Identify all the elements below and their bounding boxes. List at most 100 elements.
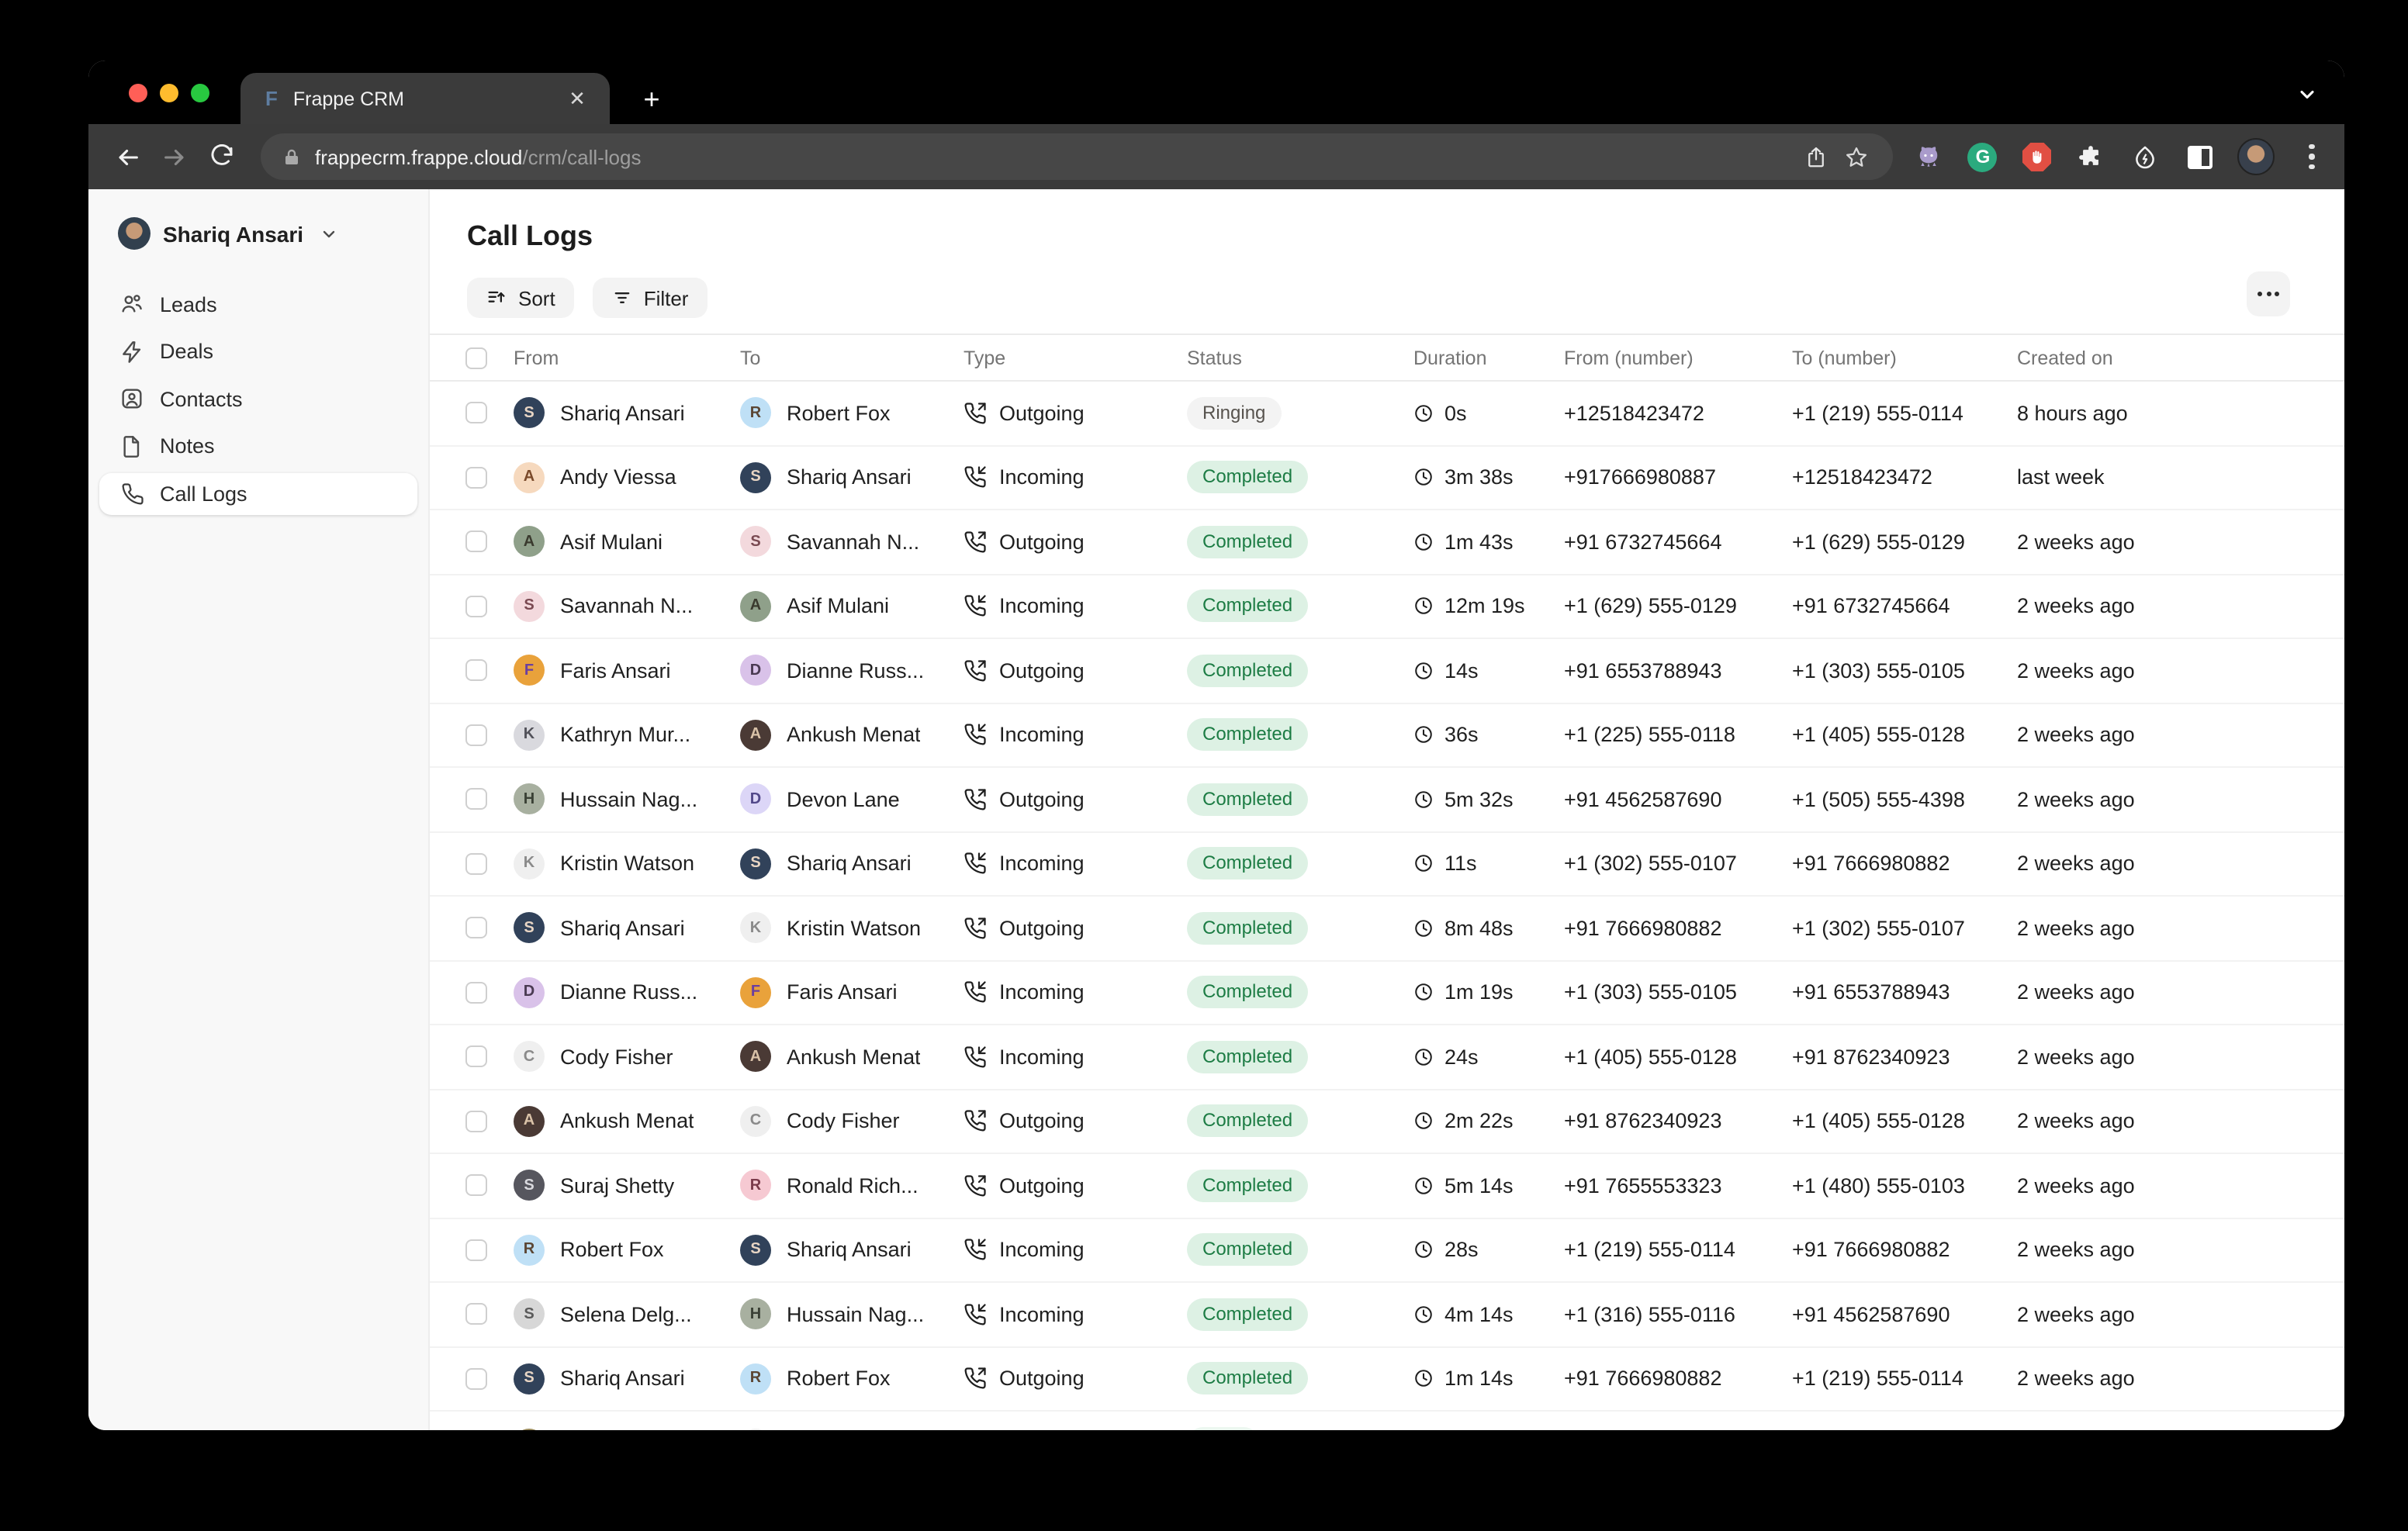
row-checkbox[interactable]	[465, 531, 487, 553]
puzzle-extensions-icon[interactable]	[2074, 140, 2109, 174]
from-number: +917666980887	[1564, 466, 1792, 489]
call-type: Incoming	[964, 724, 1187, 747]
sidebar-item-call-logs[interactable]: Call Logs	[99, 473, 417, 514]
row-checkbox[interactable]	[465, 1239, 487, 1261]
call-log-row[interactable]: SShariq AnsariRRobert FoxOutgoingComplet…	[430, 1347, 2344, 1412]
call-log-row[interactable]: SSavannah N...AAsif MulaniIncomingComple…	[430, 575, 2344, 639]
more-options-button[interactable]	[2247, 271, 2290, 316]
back-button[interactable]	[107, 135, 148, 178]
row-checkbox[interactable]	[465, 660, 487, 682]
sidebar-item-deals[interactable]: Deals	[99, 331, 417, 372]
browser-profile-avatar[interactable]	[2237, 138, 2275, 175]
row-checkbox[interactable]	[465, 403, 487, 424]
created-on: 8 hours ago	[2017, 402, 2344, 425]
call-type: Outgoing	[964, 1174, 1187, 1197]
column-header-to-number: To (number)	[1792, 347, 2017, 368]
call-type-label: Incoming	[999, 852, 1085, 876]
call-log-row[interactable]: RRobert FoxSShariq AnsariIncomingComplet…	[430, 1218, 2344, 1283]
duration-value: 3m 38s	[1444, 466, 1514, 489]
from-person: SShariq Ansari	[514, 398, 740, 429]
row-checkbox[interactable]	[465, 596, 487, 617]
duration-value: 24s	[1444, 1045, 1479, 1069]
reload-button[interactable]	[201, 135, 242, 178]
close-window-button[interactable]	[129, 84, 147, 102]
filter-button[interactable]: Filter	[593, 278, 708, 318]
call-log-row[interactable]: AAnkush MenatCCody FisherOutgoingComplet…	[430, 1090, 2344, 1154]
row-checkbox[interactable]	[465, 918, 487, 939]
call-log-row[interactable]: AAsif MulaniSSavannah N...OutgoingComple…	[430, 510, 2344, 575]
from-number: +1 (219) 555-0114	[1564, 1239, 1792, 1262]
address-bar[interactable]: frappecrm.frappe.cloud/crm/call-logs	[261, 133, 1893, 180]
row-checkbox[interactable]	[465, 1368, 487, 1390]
to-number: +91 6732745664	[1792, 595, 2017, 618]
call-log-row[interactable]: SSelena Delg...HHussain Nag...IncomingCo…	[430, 1283, 2344, 1347]
tab-close-icon[interactable]: ✕	[563, 85, 591, 112]
minimize-window-button[interactable]	[160, 84, 178, 102]
row-checkbox[interactable]	[465, 1175, 487, 1197]
to-name: Ankush Menat	[787, 1045, 921, 1069]
sidebar-item-label: Deals	[160, 340, 213, 364]
from-person: DDianne Russ...	[514, 977, 740, 1008]
call-type: Outgoing	[964, 530, 1187, 554]
browser-window: F Frappe CRM ✕ + frappecrm.frappe.cloud	[88, 60, 2344, 1430]
tab-search-chevron-icon[interactable]	[2292, 79, 2323, 110]
row-checkbox[interactable]	[465, 1111, 487, 1132]
call-log-row[interactable]: KKathryn Mur...AAnkush MenatIncomingComp…	[430, 703, 2344, 768]
tab-title: Frappe CRM	[293, 88, 563, 109]
row-checkbox[interactable]	[465, 1046, 487, 1068]
row-checkbox[interactable]	[465, 1304, 487, 1325]
call-type-label: Outgoing	[999, 659, 1085, 683]
clock-icon	[1413, 596, 1434, 617]
user-menu[interactable]: Shariq Ansari	[99, 211, 417, 256]
call-log-row[interactable]: DDianne Russ...FFaris AnsariIncomingComp…	[430, 961, 2344, 1025]
page-header: Call Logs Sort Filter	[430, 189, 2344, 335]
browser-menu-icon[interactable]	[2295, 140, 2329, 174]
reading-list-icon[interactable]	[2183, 140, 2217, 174]
call-log-row[interactable]: SShariq AnsariKKristin WatsonOutgoingCom…	[430, 897, 2344, 961]
leaf-energy-extension-icon[interactable]	[2129, 140, 2163, 174]
call-log-row[interactable]: SSuraj ShettyRRonald Rich...OutgoingComp…	[430, 1154, 2344, 1218]
browser-tab[interactable]: F Frappe CRM ✕	[240, 73, 610, 124]
from-name: Kristin Watson	[560, 852, 694, 876]
duration: 1m 14s	[1413, 1367, 1564, 1391]
select-all-checkbox[interactable]	[465, 347, 487, 368]
to-name: Dianne Russ...	[787, 659, 924, 683]
sort-button[interactable]: Sort	[467, 278, 574, 318]
call-type-label: Incoming	[999, 1303, 1085, 1326]
row-checkbox[interactable]	[465, 467, 487, 489]
octocat-extension-icon[interactable]	[1912, 140, 1946, 174]
from-name: Shariq Ansari	[560, 402, 685, 425]
from-name: Savannah N...	[560, 595, 693, 618]
bookmark-star-icon[interactable]	[1837, 137, 1877, 177]
created-on: 2 weeks ago	[2017, 1239, 2344, 1262]
sidebar-item-notes[interactable]: Notes	[99, 426, 417, 467]
row-checkbox[interactable]	[465, 982, 487, 1004]
row-checkbox[interactable]	[465, 789, 487, 810]
screen: F Frappe CRM ✕ + frappecrm.frappe.cloud	[0, 0, 2408, 1531]
forward-button[interactable]	[154, 135, 195, 178]
share-icon[interactable]	[1797, 137, 1837, 177]
row-checkbox[interactable]	[465, 724, 487, 746]
to-name: Robert Fox	[787, 402, 891, 425]
call-log-row[interactable]: FFaris AnsariDDianne Russ...OutgoingComp…	[430, 639, 2344, 703]
call-log-row[interactable]: CCody FisherAAnkush MenatIncomingComplet…	[430, 1025, 2344, 1090]
call-log-row[interactable]: SShariq AnsariRRobert FoxOutgoingRinging…	[430, 382, 2344, 446]
from-name: Dianne Russ...	[560, 981, 697, 1004]
call-log-row[interactable]: HHussain Nag...DDevon LaneOutgoingComple…	[430, 768, 2344, 832]
call-type-label: Incoming	[999, 1239, 1085, 1262]
call-type-label: Incoming	[999, 724, 1085, 747]
new-tab-button[interactable]: +	[631, 79, 672, 119]
call-log-row[interactable]: KKristin WatsonSShariq AnsariIncomingCom…	[430, 832, 2344, 897]
to-name: Ronald Rich...	[787, 1174, 919, 1197]
sidebar-item-contacts[interactable]: Contacts	[99, 378, 417, 420]
zoom-window-button[interactable]	[191, 84, 209, 102]
row-checkbox[interactable]	[465, 853, 487, 875]
from-name: Andy Viessa	[560, 466, 676, 489]
avatar: S	[740, 848, 771, 880]
call-log-row[interactable]: AAndy ViessaSShariq AnsariIncomingComple…	[430, 446, 2344, 510]
grammarly-extension-icon[interactable]: G	[1966, 140, 2000, 174]
sidebar-item-leads[interactable]: Leads	[99, 284, 417, 325]
call-log-row-partial[interactable]	[430, 1412, 2344, 1430]
avatar: F	[514, 655, 545, 686]
adblock-extension-icon[interactable]	[2020, 140, 2054, 174]
